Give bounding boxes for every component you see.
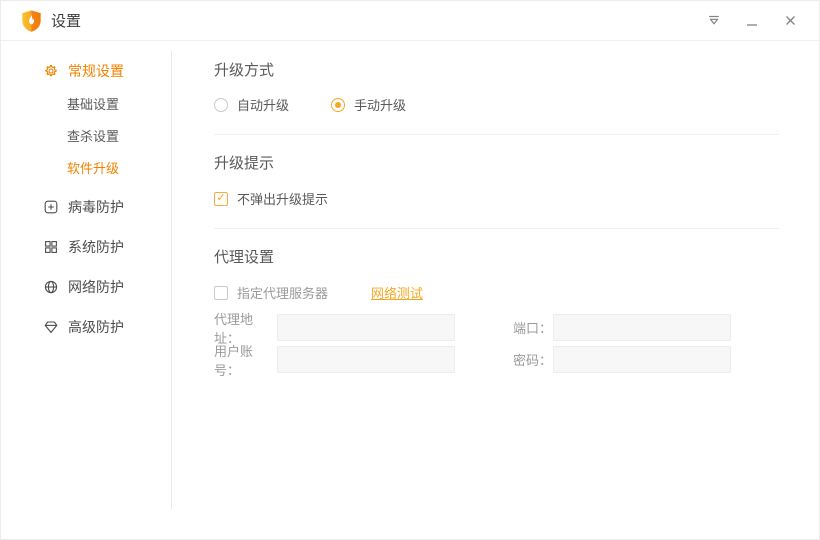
proxy-password-input[interactable]	[553, 346, 731, 373]
use-proxy-label[interactable]: 指定代理服务器	[237, 283, 328, 302]
section-divider	[214, 228, 779, 229]
advanced-protection-icon	[43, 319, 59, 335]
sidebar-item-system-protection[interactable]: 系统防护	[1, 231, 171, 263]
virus-protection-icon	[43, 199, 59, 215]
section-divider	[214, 134, 779, 135]
sidebar-item-basic-settings[interactable]: 基础设置	[1, 87, 171, 119]
sidebar-item-label: 查杀设置	[67, 126, 119, 145]
sidebar-item-label: 系统防护	[68, 237, 124, 257]
minimize-button[interactable]	[737, 7, 767, 35]
proxy-settings-title: 代理设置	[214, 250, 779, 265]
proxy-form-row: 用户账号： 密码：	[214, 346, 779, 373]
sidebar-item-virus-protection[interactable]: 病毒防护	[1, 191, 171, 223]
sidebar-item-general-settings[interactable]: 常规设置	[1, 55, 171, 87]
upgrade-method-title: 升级方式	[214, 63, 779, 78]
sidebar-item-label: 病毒防护	[68, 197, 124, 217]
sidebar-item-scan-settings[interactable]: 查杀设置	[1, 119, 171, 151]
auto-upgrade-radio[interactable]	[214, 98, 228, 112]
upgrade-method-options: 自动升级 手动升级	[214, 95, 779, 114]
main-menu-button[interactable]	[699, 7, 729, 35]
gear-icon	[43, 63, 59, 79]
huorong-shield-logo-icon	[21, 9, 42, 33]
window-controls	[691, 7, 805, 35]
close-button[interactable]	[775, 7, 805, 35]
no-popup-checkbox[interactable]: ✓	[214, 192, 228, 206]
proxy-checkbox-row: 指定代理服务器 网络测试	[214, 283, 779, 302]
manual-upgrade-radio[interactable]	[331, 98, 345, 112]
proxy-username-input[interactable]	[277, 346, 455, 373]
proxy-address-input[interactable]	[277, 314, 455, 341]
sidebar: 常规设置 基础设置 查杀设置 软件升级 病毒防护 系统防护	[1, 41, 171, 539]
sidebar-item-label: 网络防护	[68, 277, 124, 297]
use-proxy-checkbox[interactable]	[214, 286, 228, 300]
upgrade-prompt-row: ✓ 不弹出升级提示	[214, 189, 779, 208]
sidebar-item-label: 基础设置	[67, 94, 119, 113]
titlebar: 设置	[1, 1, 819, 41]
sidebar-item-network-protection[interactable]: 网络防护	[1, 271, 171, 303]
no-popup-label[interactable]: 不弹出升级提示	[237, 189, 328, 208]
proxy-form: 代理地址： 端口： 用户账号： 密码：	[214, 314, 779, 373]
network-test-link[interactable]: 网络测试	[371, 283, 423, 302]
proxy-form-row: 代理地址： 端口：	[214, 314, 779, 341]
sidebar-item-label: 高级防护	[68, 317, 124, 337]
settings-window: { "colors": { "accent_orange": "#f08300"…	[0, 0, 820, 540]
main-content: 升级方式 自动升级 手动升级 升级提示 ✓ 不弹出升级提示 代理设置 指定代理服…	[172, 41, 819, 539]
upgrade-prompt-title: 升级提示	[214, 156, 779, 171]
auto-upgrade-label[interactable]: 自动升级	[237, 95, 289, 114]
proxy-port-label: 端口：	[513, 318, 553, 337]
manual-upgrade-label[interactable]: 手动升级	[354, 95, 406, 114]
proxy-port-input[interactable]	[553, 314, 731, 341]
system-protection-icon	[43, 239, 59, 255]
window-title: 设置	[51, 10, 81, 31]
network-protection-icon	[43, 279, 59, 295]
sidebar-item-advanced-protection[interactable]: 高级防护	[1, 311, 171, 343]
sidebar-item-label: 常规设置	[68, 61, 124, 81]
proxy-password-label: 密码：	[513, 350, 553, 369]
check-icon: ✓	[216, 193, 225, 204]
proxy-username-label: 用户账号：	[214, 341, 277, 379]
sidebar-item-label: 软件升级	[67, 158, 119, 177]
sidebar-item-software-upgrade[interactable]: 软件升级	[1, 151, 171, 183]
